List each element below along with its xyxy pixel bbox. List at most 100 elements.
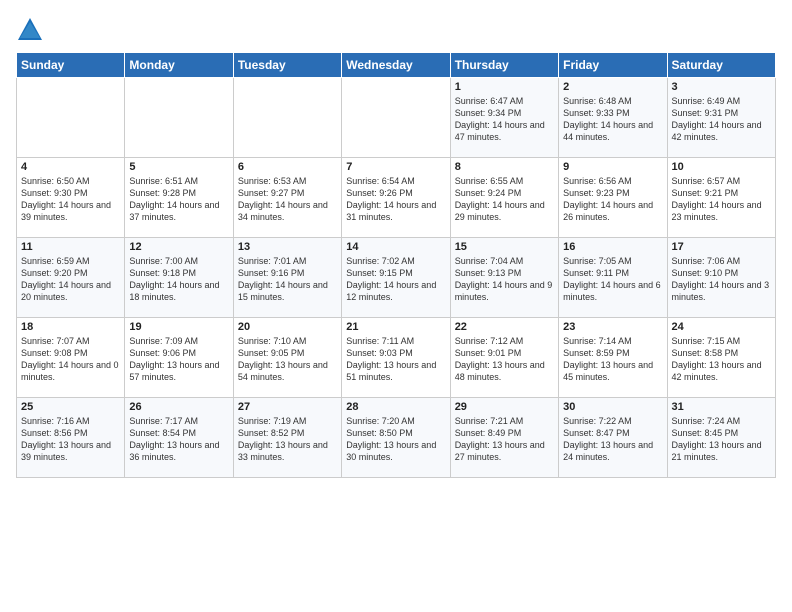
calendar-week-3: 18 Sunrise: 7:07 AM Sunset: 9:08 PM Dayli… [17, 318, 776, 398]
calendar-cell: 21Sunrise: 7:11 AM Sunset: 9:03 PM Dayli… [342, 318, 450, 398]
day-number: 19 [129, 321, 228, 333]
day-number: 12 [129, 241, 228, 253]
day-info: Sunrise: 7:05 AM Sunset: 9:11 PM Dayligh… [563, 255, 662, 304]
day-info: Sunrise: 6:59 AM Sunset: 9:20 PM Dayligh… [21, 255, 120, 304]
calendar-cell: 17Sunrise: 7:06 AM Sunset: 9:10 PM Dayli… [667, 238, 775, 318]
day-number: 11 [21, 241, 120, 253]
day-info: Sunrise: 7:21 AM Sunset: 8:49 PM Dayligh… [455, 415, 554, 464]
day-info: Sunrise: 6:56 AM Sunset: 9:23 PM Dayligh… [563, 175, 662, 224]
day-number: 7 [346, 161, 445, 173]
day-info: Sunrise: 7:17 AM Sunset: 8:54 PM Dayligh… [129, 415, 228, 464]
day-number: 2 [563, 81, 662, 93]
day-number: 6 [238, 161, 337, 173]
calendar-week-2: 11 Sunrise: 6:59 AM Sunset: 9:20 PM Dayli… [17, 238, 776, 318]
day-number: 5 [129, 161, 228, 173]
day-info: Sunrise: 6:54 AM Sunset: 9:26 PM Dayligh… [346, 175, 445, 224]
calendar-cell: 10 Sunrise: 6:57 AM Sunset: 9:21 PM Dayli… [667, 158, 775, 238]
day-number: 27 [238, 401, 337, 413]
day-number: 14 [346, 241, 445, 253]
calendar-cell: 8Sunrise: 6:55 AM Sunset: 9:24 PM Daylig… [450, 158, 558, 238]
calendar-cell [125, 78, 233, 158]
calendar-cell [17, 78, 125, 158]
calendar-cell: 2 Sunrise: 6:48 AM Sunset: 9:33 PM Daylig… [559, 78, 667, 158]
calendar-cell: 7 Sunrise: 6:54 AM Sunset: 9:26 PM Daylig… [342, 158, 450, 238]
day-number: 28 [346, 401, 445, 413]
day-number: 16 [563, 241, 662, 253]
day-info: Sunrise: 7:10 AM Sunset: 9:05 PM Dayligh… [238, 335, 337, 384]
day-number: 20 [238, 321, 337, 333]
calendar-cell: 11 Sunrise: 6:59 AM Sunset: 9:20 PM Dayli… [17, 238, 125, 318]
day-number: 21 [346, 321, 445, 333]
day-number: 23 [563, 321, 662, 333]
day-info: Sunrise: 7:01 AM Sunset: 9:16 PM Dayligh… [238, 255, 337, 304]
day-info: Sunrise: 6:57 AM Sunset: 9:21 PM Dayligh… [672, 175, 771, 224]
calendar-cell: 22Sunrise: 7:12 AM Sunset: 9:01 PM Dayli… [450, 318, 558, 398]
calendar-cell: 25Sunrise: 7:16 AM Sunset: 8:56 PM Dayli… [17, 398, 125, 478]
calendar-cell: 15 Sunrise: 7:04 AM Sunset: 9:13 PM Dayli… [450, 238, 558, 318]
day-info: Sunrise: 6:50 AM Sunset: 9:30 PM Dayligh… [21, 175, 120, 224]
calendar-cell: 29Sunrise: 7:21 AM Sunset: 8:49 PM Dayli… [450, 398, 558, 478]
day-info: Sunrise: 7:04 AM Sunset: 9:13 PM Dayligh… [455, 255, 554, 304]
day-number: 18 [21, 321, 120, 333]
calendar-cell: 4 Sunrise: 6:50 AM Sunset: 9:30 PM Daylig… [17, 158, 125, 238]
day-info: Sunrise: 7:20 AM Sunset: 8:50 PM Dayligh… [346, 415, 445, 464]
calendar-cell: 20 Sunrise: 7:10 AM Sunset: 9:05 PM Dayli… [233, 318, 341, 398]
calendar-cell: 5 Sunrise: 6:51 AM Sunset: 9:28 PM Daylig… [125, 158, 233, 238]
day-info: Sunrise: 7:15 AM Sunset: 8:58 PM Dayligh… [672, 335, 771, 384]
day-info: Sunrise: 7:02 AM Sunset: 9:15 PM Dayligh… [346, 255, 445, 304]
calendar-cell: 31 Sunrise: 7:24 AM Sunset: 8:45 PM Dayli… [667, 398, 775, 478]
day-info: Sunrise: 7:09 AM Sunset: 9:06 PM Dayligh… [129, 335, 228, 384]
day-number: 10 [672, 161, 771, 173]
calendar-cell: 6Sunrise: 6:53 AM Sunset: 9:27 PM Daylig… [233, 158, 341, 238]
calendar-cell: 23 Sunrise: 7:14 AM Sunset: 8:59 PM Dayli… [559, 318, 667, 398]
calendar-header: SundayMondayTuesdayWednesdayThursdayFrid… [17, 53, 776, 78]
calendar-cell: 19 Sunrise: 7:09 AM Sunset: 9:06 PM Dayli… [125, 318, 233, 398]
calendar-cell: 27 Sunrise: 7:19 AM Sunset: 8:52 PM Dayli… [233, 398, 341, 478]
day-number: 26 [129, 401, 228, 413]
calendar-cell: 28 Sunrise: 7:20 AM Sunset: 8:50 PM Dayli… [342, 398, 450, 478]
logo [16, 16, 48, 44]
calendar-cell: 12Sunrise: 7:00 AM Sunset: 9:18 PM Dayli… [125, 238, 233, 318]
day-info: Sunrise: 7:19 AM Sunset: 8:52 PM Dayligh… [238, 415, 337, 464]
weekday-header-saturday: Saturday [667, 53, 775, 78]
day-info: Sunrise: 6:48 AM Sunset: 9:33 PM Dayligh… [563, 95, 662, 144]
day-info: Sunrise: 7:07 AM Sunset: 9:08 PM Dayligh… [21, 335, 120, 384]
calendar-cell: 16 Sunrise: 7:05 AM Sunset: 9:11 PM Dayli… [559, 238, 667, 318]
day-number: 30 [563, 401, 662, 413]
weekday-header-row: SundayMondayTuesdayWednesdayThursdayFrid… [17, 53, 776, 78]
day-info: Sunrise: 6:49 AM Sunset: 9:31 PM Dayligh… [672, 95, 771, 144]
weekday-header-tuesday: Tuesday [233, 53, 341, 78]
day-number: 15 [455, 241, 554, 253]
day-number: 4 [21, 161, 120, 173]
day-number: 1 [455, 81, 554, 93]
calendar-cell [342, 78, 450, 158]
day-number: 31 [672, 401, 771, 413]
calendar-cell: 1 Sunrise: 6:47 AM Sunset: 9:34 PM Daylig… [450, 78, 558, 158]
day-number: 9 [563, 161, 662, 173]
calendar-cell: 18 Sunrise: 7:07 AM Sunset: 9:08 PM Dayli… [17, 318, 125, 398]
weekday-header-thursday: Thursday [450, 53, 558, 78]
day-number: 24 [672, 321, 771, 333]
weekday-header-wednesday: Wednesday [342, 53, 450, 78]
day-info: Sunrise: 7:16 AM Sunset: 8:56 PM Dayligh… [21, 415, 120, 464]
calendar-cell: 14 Sunrise: 7:02 AM Sunset: 9:15 PM Dayli… [342, 238, 450, 318]
day-number: 13 [238, 241, 337, 253]
weekday-header-friday: Friday [559, 53, 667, 78]
page-header [16, 16, 776, 44]
day-number: 3 [672, 81, 771, 93]
day-info: Sunrise: 7:24 AM Sunset: 8:45 PM Dayligh… [672, 415, 771, 464]
weekday-header-sunday: Sunday [17, 53, 125, 78]
day-info: Sunrise: 7:22 AM Sunset: 8:47 PM Dayligh… [563, 415, 662, 464]
day-info: Sunrise: 6:55 AM Sunset: 9:24 PM Dayligh… [455, 175, 554, 224]
day-info: Sunrise: 7:14 AM Sunset: 8:59 PM Dayligh… [563, 335, 662, 384]
calendar-week-1: 4 Sunrise: 6:50 AM Sunset: 9:30 PM Daylig… [17, 158, 776, 238]
calendar-cell: 9 Sunrise: 6:56 AM Sunset: 9:23 PM Daylig… [559, 158, 667, 238]
calendar-cell [233, 78, 341, 158]
logo-icon [16, 16, 44, 44]
calendar-table: SundayMondayTuesdayWednesdayThursdayFrid… [16, 52, 776, 478]
day-info: Sunrise: 6:51 AM Sunset: 9:28 PM Dayligh… [129, 175, 228, 224]
day-info: Sunrise: 6:47 AM Sunset: 9:34 PM Dayligh… [455, 95, 554, 144]
calendar-cell: 26 Sunrise: 7:17 AM Sunset: 8:54 PM Dayli… [125, 398, 233, 478]
page-container: SundayMondayTuesdayWednesdayThursdayFrid… [0, 0, 792, 486]
calendar-cell: 30 Sunrise: 7:22 AM Sunset: 8:47 PM Dayli… [559, 398, 667, 478]
